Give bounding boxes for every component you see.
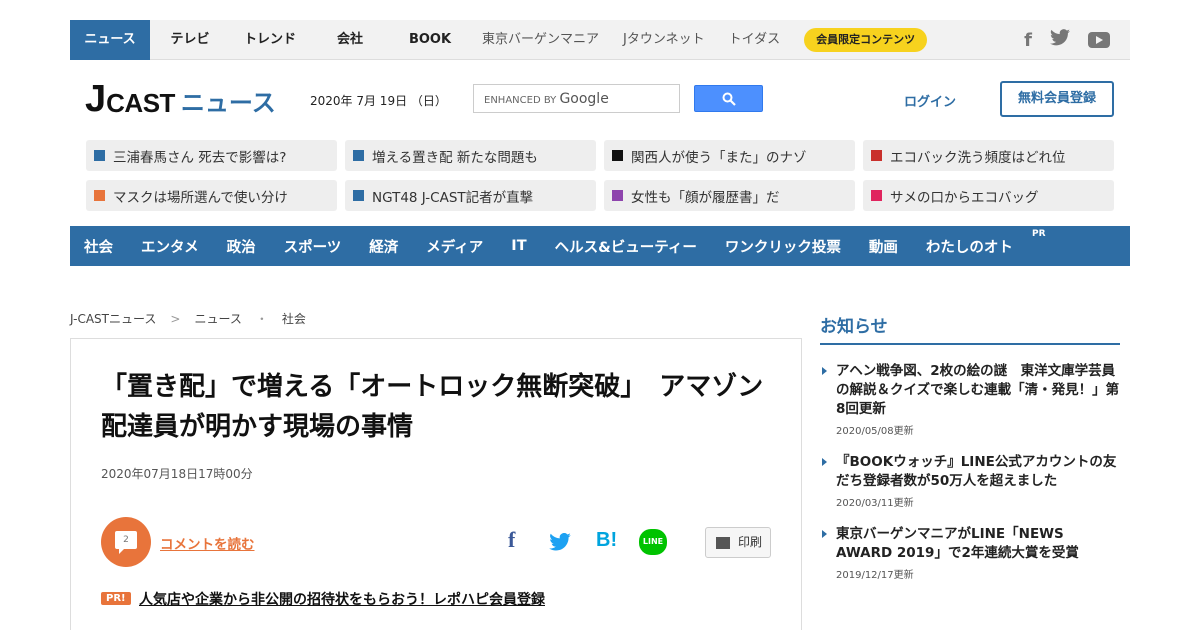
topic-label: 関西人が使う「また」のナゾ	[631, 149, 807, 166]
topic-marker	[94, 150, 105, 161]
notice-item[interactable]: 東京バーゲンマニアがLINE「NEWS AWARD 2019」で2年連続大賞を受…	[820, 525, 1120, 581]
arrow-right-icon	[822, 530, 827, 538]
topic-marker	[353, 190, 364, 201]
twitter-icon[interactable]	[1050, 29, 1070, 51]
search-button[interactable]	[694, 85, 763, 112]
category-video[interactable]: 動画	[869, 236, 898, 257]
pr-badge: PR!	[101, 592, 131, 605]
article: 「置き配」で増える「オートロック無断突破」 アマゾン配達員が明かす現場の事情 2…	[70, 338, 802, 630]
topic-item[interactable]: エコバック洗う頻度はどれ位	[863, 140, 1114, 171]
line-share-icon[interactable]: LINE	[639, 529, 667, 555]
notice-date: 2020/05/08更新	[836, 426, 914, 437]
notice-title[interactable]: 『BOOKウォッチ』LINE公式アカウントの友だち登録者数が50万人を超えました	[836, 453, 1120, 491]
category-entertainment[interactable]: エンタメ	[141, 236, 199, 257]
hatena-bookmark-icon[interactable]: B!	[596, 529, 617, 552]
notice-title[interactable]: アヘン戦争図、2枚の絵の謎 東洋文庫学芸員の解説＆クイズで楽しむ連載「清・発見！…	[836, 362, 1120, 419]
topic-item[interactable]: 増える置き配 新たな問題も	[345, 140, 596, 171]
top-nav: ニュース テレビ トレンド 会社 BOOK 東京バーゲンマニア Jタウンネット …	[70, 19, 1130, 60]
category-society[interactable]: 社会	[84, 236, 113, 257]
notice-date: 2020/03/11更新	[836, 498, 914, 509]
topnav-company[interactable]: 会社	[310, 20, 390, 60]
topic-marker	[612, 150, 623, 161]
breadcrumb-home[interactable]: J-CASTニュース	[70, 310, 156, 327]
category-nav: 社会 エンタメ 政治 スポーツ 経済 メディア IT ヘルス&ビューティー ワン…	[70, 226, 1130, 266]
notice-title[interactable]: 東京バーゲンマニアがLINE「NEWS AWARD 2019」で2年連続大賞を受…	[836, 525, 1120, 563]
pr-link[interactable]: 人気店や企業から非公開の招待状をもらおう！レポハピ会員登録	[139, 589, 545, 609]
breadcrumb: J-CASTニュース > ニュース ・ 社会	[70, 310, 306, 327]
topnav-bargain-mania[interactable]: 東京バーゲンマニア	[470, 20, 611, 60]
login-link[interactable]: ログイン	[904, 91, 956, 110]
topnav-tv[interactable]: テレビ	[150, 20, 230, 60]
comment-icon[interactable]: 2	[101, 517, 151, 567]
youtube-icon[interactable]	[1088, 32, 1110, 48]
sidebar-divider	[820, 343, 1120, 345]
topic-label: エコバック洗う頻度はどれ位	[890, 149, 1066, 166]
category-politics[interactable]: 政治	[227, 236, 256, 257]
topic-label: 女性も「顔が履歴書」だ	[631, 189, 780, 206]
breadcrumb-society[interactable]: 社会	[282, 310, 306, 327]
current-date: 2020年 7月 19日 （日）	[310, 94, 447, 108]
topic-item[interactable]: 三浦春馬さん 死去で影響は?	[86, 140, 337, 171]
article-date: 2020年07月18日17時00分	[101, 467, 253, 481]
article-headline: 「置き配」で増える「オートロック無断突破」 アマゾン配達員が明かす現場の事情	[101, 372, 764, 442]
logo-news: ニュース	[180, 89, 276, 117]
category-health-beauty[interactable]: ヘルス&ビューティー	[555, 236, 697, 257]
topic-item[interactable]: 女性も「顔が履歴書」だ	[604, 180, 855, 211]
topnav-toidas[interactable]: トイダス	[717, 20, 792, 60]
signup-button[interactable]: 無料会員登録	[1000, 81, 1114, 117]
topic-marker	[94, 190, 105, 201]
topnav-j-town-net[interactable]: Jタウンネット	[611, 20, 717, 60]
facebook-share-icon[interactable]: f	[508, 527, 515, 553]
topic-item[interactable]: 関西人が使う「また」のナゾ	[604, 140, 855, 171]
topic-marker	[871, 150, 882, 161]
pr-label: PR	[1032, 229, 1046, 239]
category-sports[interactable]: スポーツ	[284, 236, 342, 257]
topic-list: 三浦春馬さん 死去で影響は? 増える置き配 新たな問題も 関西人が使う「また」の…	[86, 140, 1114, 211]
topic-item[interactable]: NGT48 J-CAST記者が直撃	[345, 180, 596, 211]
twitter-share-icon[interactable]	[549, 532, 571, 555]
arrow-right-icon	[822, 458, 827, 466]
topic-label: NGT48 J-CAST記者が直撃	[372, 189, 534, 206]
read-comments-link[interactable]: コメントを読む	[160, 533, 255, 553]
category-economy[interactable]: 経済	[369, 236, 398, 257]
notice-item[interactable]: 『BOOKウォッチ』LINE公式アカウントの友だち登録者数が50万人を超えました…	[820, 453, 1120, 509]
logo-j: J	[85, 78, 107, 120]
search-enhanced-label: ENHANCED BY	[484, 95, 557, 106]
category-media[interactable]: メディア	[426, 236, 483, 257]
category-one-click-vote[interactable]: ワンクリック投票	[725, 236, 841, 257]
topic-item[interactable]: マスクは場所選んで使い分け	[86, 180, 337, 211]
topic-marker	[353, 150, 364, 161]
search-input[interactable]: ENHANCED BY Google	[473, 84, 680, 113]
breadcrumb-separator: ・	[255, 312, 268, 326]
comment-count: 2	[115, 531, 137, 554]
search-icon	[722, 92, 736, 106]
topic-label: サメの口からエコバッグ	[890, 189, 1039, 206]
category-watashi-no-oto[interactable]: わたしのオト	[926, 236, 1013, 257]
social-links: f	[1024, 20, 1110, 60]
breadcrumb-news[interactable]: ニュース	[194, 310, 241, 327]
logo-cast: CAST	[106, 88, 175, 118]
search-google-label: Google	[559, 91, 609, 107]
breadcrumb-separator: >	[170, 311, 181, 326]
category-it[interactable]: IT	[511, 238, 526, 254]
topnav-trend[interactable]: トレンド	[230, 20, 310, 60]
topic-item[interactable]: サメの口からエコバッグ	[863, 180, 1114, 211]
facebook-icon[interactable]: f	[1024, 30, 1032, 51]
topnav-book[interactable]: BOOK	[390, 20, 470, 60]
topic-label: 三浦春馬さん 死去で影響は?	[113, 149, 287, 166]
notice-date: 2019/12/17更新	[836, 570, 914, 581]
topic-label: マスクは場所選んで使い分け	[113, 189, 288, 206]
topic-marker	[612, 190, 623, 201]
topic-label: 増える置き配 新たな問題も	[372, 149, 538, 166]
notice-item[interactable]: アヘン戦争図、2枚の絵の謎 東洋文庫学芸員の解説＆クイズで楽しむ連載「清・発見！…	[820, 362, 1120, 437]
sidebar-title: お知らせ	[820, 317, 888, 337]
print-button[interactable]: 印刷	[705, 527, 771, 558]
arrow-right-icon	[822, 367, 827, 375]
topnav-news[interactable]: ニュース	[70, 19, 150, 60]
topic-marker	[871, 190, 882, 201]
site-logo[interactable]: J CAST ニュース	[85, 80, 276, 118]
member-content-button[interactable]: 会員限定コンテンツ	[804, 27, 928, 52]
